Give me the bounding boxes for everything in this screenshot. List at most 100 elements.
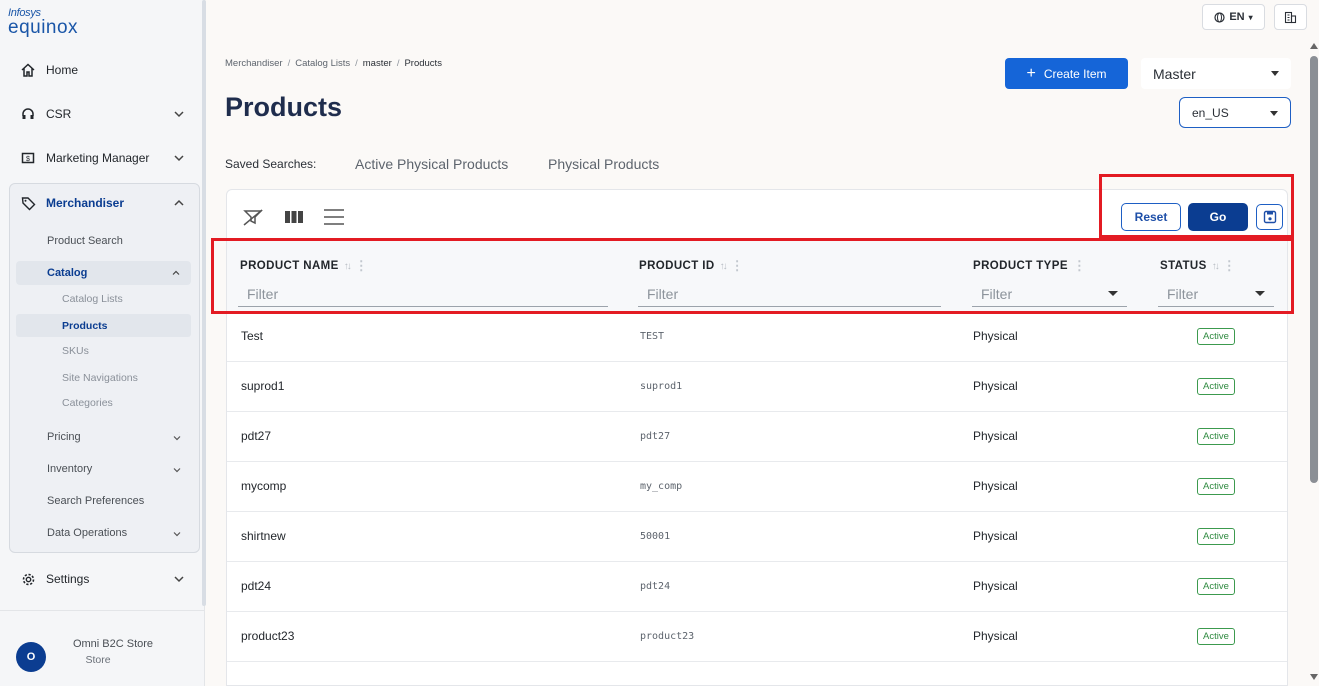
sidebar-item-label: CSR xyxy=(46,107,72,121)
column-header-status[interactable]: STATUS ↑↓ ⋮ xyxy=(1160,258,1236,274)
saved-search-link[interactable]: Active Physical Products xyxy=(355,156,508,172)
language-selector[interactable]: EN ▾ xyxy=(1202,4,1265,30)
breadcrumb-link[interactable]: Merchandiser xyxy=(225,58,283,69)
home-icon xyxy=(20,62,36,78)
sidebar-item-inventory[interactable]: Inventory xyxy=(47,463,92,475)
sidebar-item-product-search[interactable]: Product Search xyxy=(47,235,123,247)
table-row[interactable]: shirtnew 50001 Physical Active xyxy=(227,512,1287,562)
column-menu-icon[interactable]: ⋮ xyxy=(1073,258,1086,274)
sidebar-item-merchandiser[interactable]: Merchandiser xyxy=(8,188,198,218)
topbar-actions: EN ▾ xyxy=(1202,4,1307,30)
go-button[interactable]: Go xyxy=(1188,203,1248,231)
app-logo[interactable]: Infosys equinox xyxy=(8,8,78,38)
product-id-cell: 50001 xyxy=(640,531,671,542)
sidebar-item-site-navigations[interactable]: Site Navigations xyxy=(62,372,138,384)
sidebar-item-pricing[interactable]: Pricing xyxy=(47,431,81,443)
sidebar-item-categories[interactable]: Categories xyxy=(62,397,113,409)
table-row[interactable]: mycomp my_comp Physical Active xyxy=(227,462,1287,512)
sidebar-item-home[interactable]: Home xyxy=(8,55,198,85)
sidebar-item-label: Products xyxy=(62,320,108,332)
breadcrumb-link[interactable]: master xyxy=(363,58,392,69)
catalog-select[interactable]: Master xyxy=(1141,58,1291,89)
create-item-button[interactable]: + Create Item xyxy=(1005,58,1128,89)
saved-searches-label: Saved Searches: xyxy=(225,157,317,171)
sidebar-item-catalog-lists[interactable]: Catalog Lists xyxy=(62,293,123,305)
product-name-cell[interactable]: shirtnew xyxy=(241,529,286,543)
sidebar-item-search-preferences[interactable]: Search Preferences xyxy=(47,495,144,507)
sort-icon[interactable]: ↑↓ xyxy=(344,261,352,272)
product-id-cell: pdt24 xyxy=(640,581,671,592)
locale-select-value: en_US xyxy=(1192,105,1229,120)
sidebar-item-label: Catalog xyxy=(47,267,88,279)
scroll-up-arrow-icon[interactable] xyxy=(1310,43,1318,49)
product-name-cell[interactable]: pdt27 xyxy=(241,429,271,443)
columns-icon[interactable] xyxy=(282,205,306,229)
sidebar-item-catalog[interactable]: Catalog xyxy=(16,261,191,285)
product-id-cell: my_comp xyxy=(640,481,683,492)
chevron-down-icon xyxy=(174,111,184,118)
column-label: PRODUCT TYPE xyxy=(973,260,1068,272)
column-menu-icon[interactable]: ⋮ xyxy=(731,258,744,274)
product-type-filter-select[interactable]: Filter xyxy=(972,281,1127,307)
building-icon xyxy=(1284,11,1297,23)
product-id-filter-input[interactable]: Filter xyxy=(638,281,941,307)
user-profile[interactable]: O Omni B2C Store Store xyxy=(0,610,205,686)
breadcrumb: Merchandiser / Catalog Lists / master / Produc… xyxy=(225,58,442,69)
breadcrumb-current: Products xyxy=(404,58,442,69)
product-name-cell[interactable]: pdt24 xyxy=(241,579,271,593)
table-row[interactable]: Test TEST Physical Active xyxy=(227,312,1287,362)
reset-button[interactable]: Reset xyxy=(1121,203,1181,231)
sidebar-item-marketing-manager[interactable]: $ Marketing Manager xyxy=(8,143,198,173)
page-scrollbar-thumb[interactable] xyxy=(1310,56,1318,483)
filter-placeholder: Filter xyxy=(247,285,279,302)
clear-filter-icon[interactable] xyxy=(241,205,265,229)
product-name-cell[interactable]: mycomp xyxy=(241,479,286,493)
locale-select[interactable]: en_US xyxy=(1179,97,1291,128)
sidebar-item-data-operations[interactable]: Data Operations xyxy=(47,527,127,539)
column-header-product-id[interactable]: PRODUCT ID ↑↓ ⋮ xyxy=(639,258,744,274)
sidebar-item-csr[interactable]: CSR xyxy=(8,99,198,129)
product-type-cell: Physical xyxy=(973,579,1018,593)
column-menu-icon[interactable]: ⋮ xyxy=(355,258,368,274)
status-filter-select[interactable]: Filter xyxy=(1158,281,1274,307)
sidebar-item-settings[interactable]: Settings xyxy=(8,564,198,594)
store-label: Store xyxy=(85,654,111,666)
product-type-cell: Physical xyxy=(973,329,1018,343)
chevron-down-icon xyxy=(174,576,184,583)
save-search-button[interactable] xyxy=(1256,204,1283,230)
product-id-cell: suprod1 xyxy=(640,381,683,392)
breadcrumb-link[interactable]: Catalog Lists xyxy=(295,58,350,69)
caret-down-icon: ▾ xyxy=(1248,12,1253,22)
sort-icon[interactable]: ↑↓ xyxy=(720,261,728,272)
product-name-cell[interactable]: suprod1 xyxy=(241,379,284,393)
product-name-filter-input[interactable]: Filter xyxy=(238,281,608,307)
product-type-cell: Physical xyxy=(973,529,1018,543)
product-name-cell[interactable]: Test xyxy=(241,329,263,343)
saved-search-link[interactable]: Physical Products xyxy=(548,156,659,172)
column-header-product-type[interactable]: PRODUCT TYPE ⋮ xyxy=(973,258,1086,274)
scroll-down-arrow-icon[interactable] xyxy=(1310,674,1318,680)
product-id-cell: product23 xyxy=(640,631,695,642)
column-label: PRODUCT ID xyxy=(639,260,715,272)
status-badge: Active xyxy=(1197,578,1235,595)
column-label: PRODUCT NAME xyxy=(240,260,339,272)
globe-icon xyxy=(1214,11,1225,23)
organization-switcher[interactable] xyxy=(1274,4,1307,30)
table-row[interactable]: product23 product23 Physical Active xyxy=(227,612,1287,662)
product-type-cell: Physical xyxy=(973,629,1018,643)
product-name-cell[interactable]: product23 xyxy=(241,629,294,643)
table-row[interactable]: pdt27 pdt27 Physical Active xyxy=(227,412,1287,462)
column-label: STATUS xyxy=(1160,260,1207,272)
sort-icon[interactable]: ↑↓ xyxy=(1212,261,1220,272)
column-header-product-name[interactable]: PRODUCT NAME ↑↓ ⋮ xyxy=(240,258,368,274)
column-menu-icon[interactable]: ⋮ xyxy=(1223,258,1236,274)
sidebar-scrollbar[interactable] xyxy=(202,0,206,606)
status-badge: Active xyxy=(1197,628,1235,645)
sidebar-item-skus[interactable]: SKUs xyxy=(62,345,89,357)
table-row[interactable]: suprod1 suprod1 Physical Active xyxy=(227,362,1287,412)
sidebar-item-products[interactable]: Products xyxy=(16,314,191,337)
filter-placeholder: Filter xyxy=(981,285,1013,302)
chevron-down-icon xyxy=(174,155,184,162)
density-icon[interactable] xyxy=(322,205,346,229)
table-row[interactable]: pdt24 pdt24 Physical Active xyxy=(227,562,1287,612)
